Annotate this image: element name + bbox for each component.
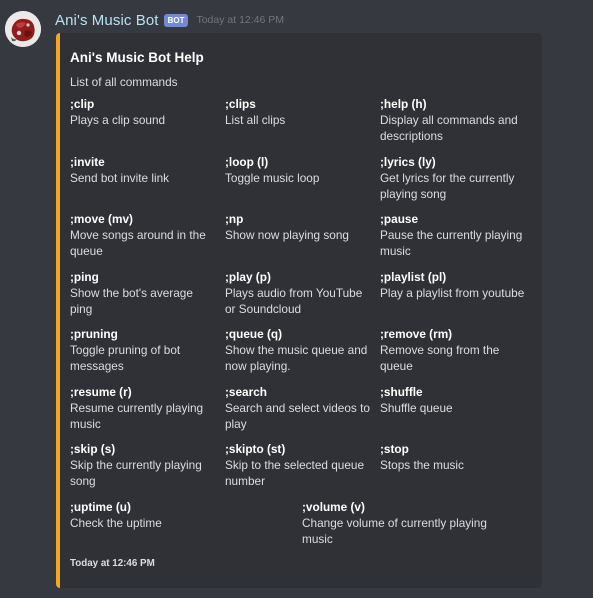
- field-name: ;shuffle: [380, 385, 423, 399]
- field-name: ;ping: [70, 270, 99, 284]
- field-name: ;playlist (pl): [380, 270, 447, 284]
- field-invite: ;invite Send bot invite link: [70, 154, 217, 186]
- field-name: ;queue (q): [225, 327, 283, 341]
- field-name: ;np: [225, 212, 244, 226]
- field-volume: ;volume (v) Change volume of currently p…: [302, 499, 502, 547]
- field-name: ;stop: [380, 442, 409, 456]
- field-uptime: ;uptime (u) Check the uptime: [70, 499, 290, 531]
- bot-avatar-icon[interactable]: [5, 11, 41, 47]
- field-value: List all clips: [225, 113, 286, 127]
- field-np: ;np Show now playing song: [225, 211, 372, 243]
- field-value: Skip the currently playing song: [70, 458, 202, 488]
- field-value: Send bot invite link: [70, 171, 170, 185]
- field-clips: ;clips List all clips: [225, 96, 372, 128]
- field-name: ;help (h): [380, 97, 427, 111]
- field-lyrics: ;lyrics (ly) Get lyrics for the currentl…: [380, 154, 535, 202]
- field-value: Toggle pruning of bot messages: [70, 343, 181, 373]
- field-pruning: ;pruning Toggle pruning of bot messages: [70, 326, 217, 374]
- embed-footer-timestamp: Today at 12:46 PM: [70, 558, 155, 569]
- field-value: Show the music queue and now playing.: [225, 343, 368, 373]
- field-pause: ;pause Pause the currently playing music: [380, 211, 535, 259]
- field-name: ;invite: [70, 155, 105, 169]
- field-value: Get lyrics for the currently playing son…: [380, 171, 515, 201]
- field-value: Check the uptime: [70, 516, 162, 530]
- field-value: Show now playing song: [225, 228, 349, 242]
- field-queue: ;queue (q) Show the music queue and now …: [225, 326, 372, 374]
- field-shuffle: ;shuffle Shuffle queue: [380, 384, 535, 416]
- username[interactable]: Ani's Music Bot: [55, 12, 159, 29]
- field-clip: ;clip Plays a clip sound: [70, 96, 217, 128]
- field-value: Move songs around in the queue: [70, 228, 206, 258]
- field-value: Resume currently playing music: [70, 401, 204, 431]
- field-name: ;skipto (st): [225, 442, 286, 456]
- bot-tag: BOT: [163, 13, 189, 27]
- field-remove: ;remove (rm) Remove song from the queue: [380, 326, 535, 374]
- field-move: ;move (mv) Move songs around in the queu…: [70, 211, 217, 259]
- field-name: ;uptime (u): [70, 500, 131, 514]
- field-play: ;play (p) Plays audio from YouTube or So…: [225, 269, 372, 317]
- field-value: Stops the music: [380, 458, 464, 472]
- field-name: ;search: [225, 385, 267, 399]
- field-value: Plays a clip sound: [70, 113, 166, 127]
- field-name: ;play (p): [225, 270, 271, 284]
- field-value: Pause the currently playing music: [380, 228, 523, 258]
- field-playlist: ;playlist (pl) Play a playlist from yout…: [380, 269, 535, 301]
- field-name: ;volume (v): [302, 500, 365, 514]
- field-name: ;resume (r): [70, 385, 132, 399]
- field-stop: ;stop Stops the music: [380, 441, 535, 473]
- field-skip: ;skip (s) Skip the currently playing son…: [70, 441, 217, 489]
- field-value: Remove song from the queue: [380, 343, 500, 373]
- field-value: Skip to the selected queue number: [225, 458, 365, 488]
- field-name: ;clips: [225, 97, 256, 111]
- field-help: ;help (h) Display all commands and descr…: [380, 96, 535, 144]
- field-resume: ;resume (r) Resume currently playing mus…: [70, 384, 217, 432]
- field-search: ;search Search and select videos to play: [225, 384, 372, 432]
- field-value: Search and select videos to play: [225, 401, 370, 431]
- field-name: ;pruning: [70, 327, 118, 341]
- embed-title: Ani's Music Bot Help: [70, 50, 204, 65]
- field-name: ;skip (s): [70, 442, 116, 456]
- field-skipto: ;skipto (st) Skip to the selected queue …: [225, 441, 372, 489]
- field-value: Toggle music loop: [225, 171, 320, 185]
- field-ping: ;ping Show the bot's average ping: [70, 269, 217, 317]
- field-name: ;move (mv): [70, 212, 133, 226]
- embed-description: List of all commands: [70, 75, 178, 89]
- field-name: ;remove (rm): [380, 327, 453, 341]
- help-embed: Ani's Music Bot Help List of all command…: [56, 33, 542, 588]
- field-name: ;loop (l): [225, 155, 269, 169]
- field-name: ;lyrics (ly): [380, 155, 436, 169]
- chat-message: Ani's Music Bot BOT Today at 12:46 PM An…: [0, 0, 593, 598]
- field-value: Plays audio from YouTube or Soundcloud: [225, 286, 363, 316]
- field-name: ;pause: [380, 212, 419, 226]
- field-value: Play a playlist from youtube: [380, 286, 525, 300]
- field-value: Show the bot's average ping: [70, 286, 193, 316]
- field-value: Shuffle queue: [380, 401, 453, 415]
- message-header: Ani's Music Bot BOT Today at 12:46 PM: [55, 11, 284, 29]
- field-value: Change volume of currently playing music: [302, 516, 487, 546]
- field-loop: ;loop (l) Toggle music loop: [225, 154, 372, 186]
- field-value: Display all commands and descriptions: [380, 113, 518, 143]
- field-name: ;clip: [70, 97, 95, 111]
- message-timestamp[interactable]: Today at 12:46 PM: [196, 14, 284, 26]
